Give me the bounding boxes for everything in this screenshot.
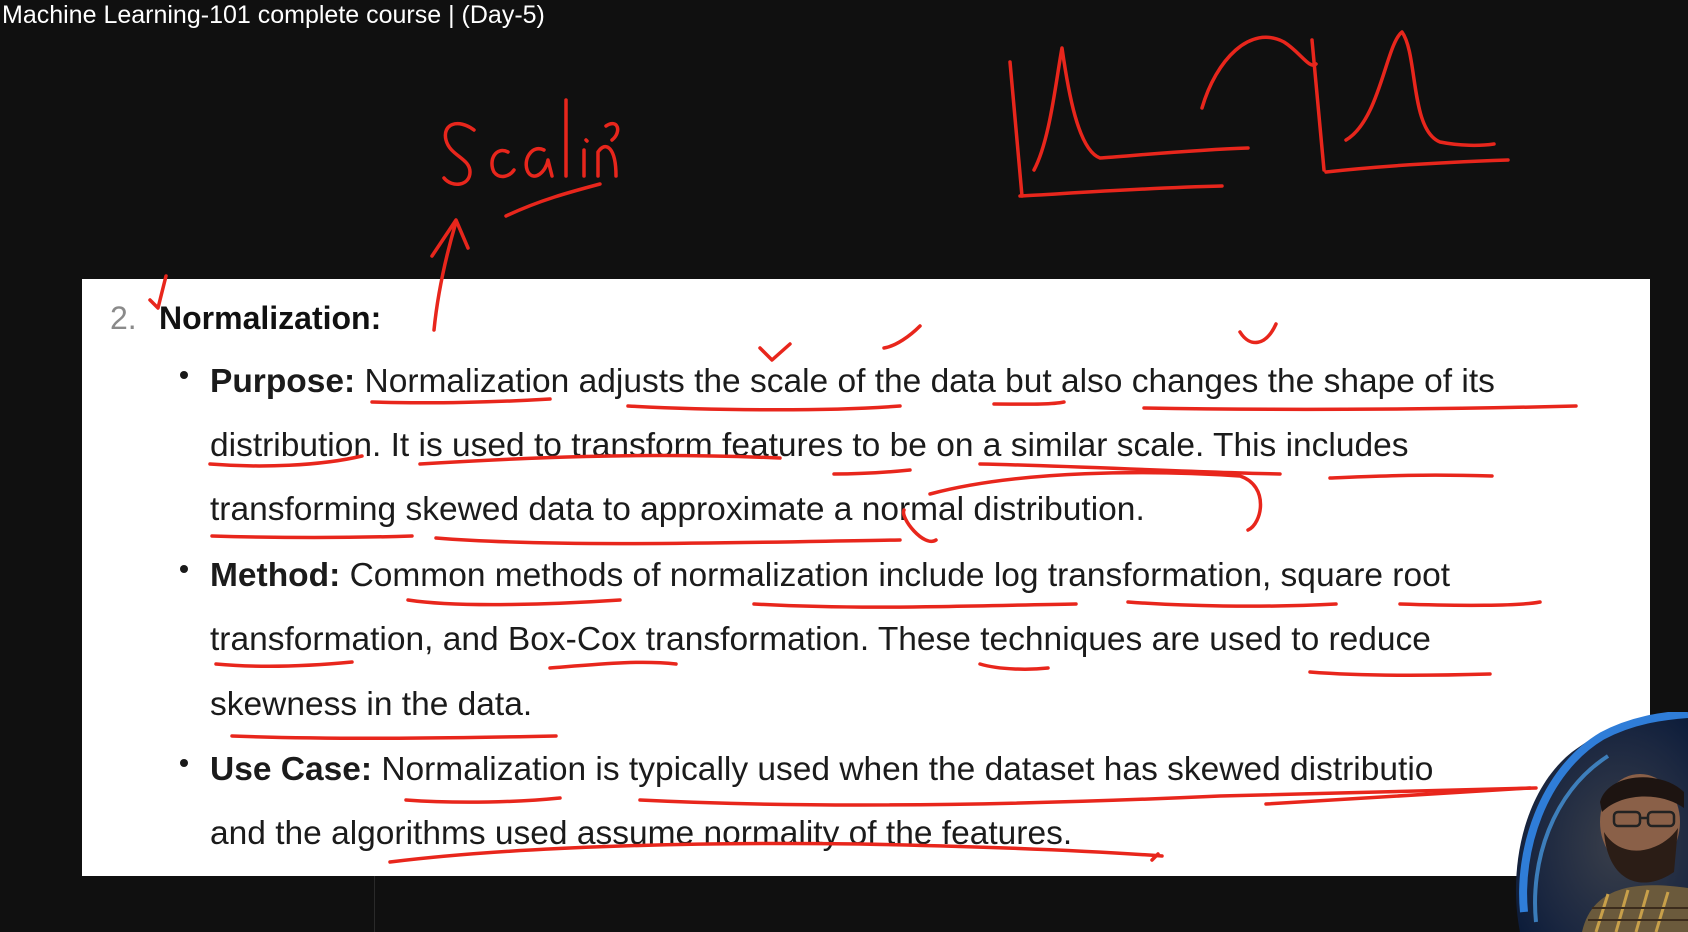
purpose-line-3: transforming skewed data to approximate …	[210, 491, 1145, 528]
webcam-overlay	[1512, 712, 1688, 932]
divider	[374, 876, 375, 932]
bullet-dot	[180, 759, 188, 767]
method-text-1: Common methods of normalization include …	[349, 557, 1451, 594]
method-line-3: skewness in the data.	[210, 686, 533, 723]
purpose-line-2: distribution. It is used to transform fe…	[210, 427, 1409, 464]
distribution-curves-sketch	[1008, 30, 1510, 198]
method-label: Method:	[210, 557, 341, 594]
usecase-text-1: Normalization is typically used when the…	[381, 751, 1434, 788]
usecase-label: Use Case:	[210, 751, 373, 788]
purpose-text-1: Normalization adjusts the scale of the d…	[364, 363, 1495, 400]
video-title: Machine Learning-101 complete course | (…	[2, 1, 545, 29]
scaling-handwriting	[442, 98, 620, 218]
bullet-dot	[180, 565, 188, 573]
section-title: Normalization:	[159, 300, 382, 336]
method-line-1: Method: Common methods of normalization …	[210, 556, 1450, 596]
usecase-line-1: Use Case: Normalization is typically use…	[210, 750, 1433, 790]
method-line-2: transformation, and Box-Cox transformati…	[210, 621, 1431, 658]
usecase-line-2: and the algorithms used assume normality…	[210, 815, 1073, 852]
bullet-dot	[180, 371, 188, 379]
section-number: 2.	[110, 300, 137, 336]
purpose-line-1: Purpose: Normalization adjusts the scale…	[210, 362, 1495, 402]
purpose-label: Purpose:	[210, 363, 356, 400]
